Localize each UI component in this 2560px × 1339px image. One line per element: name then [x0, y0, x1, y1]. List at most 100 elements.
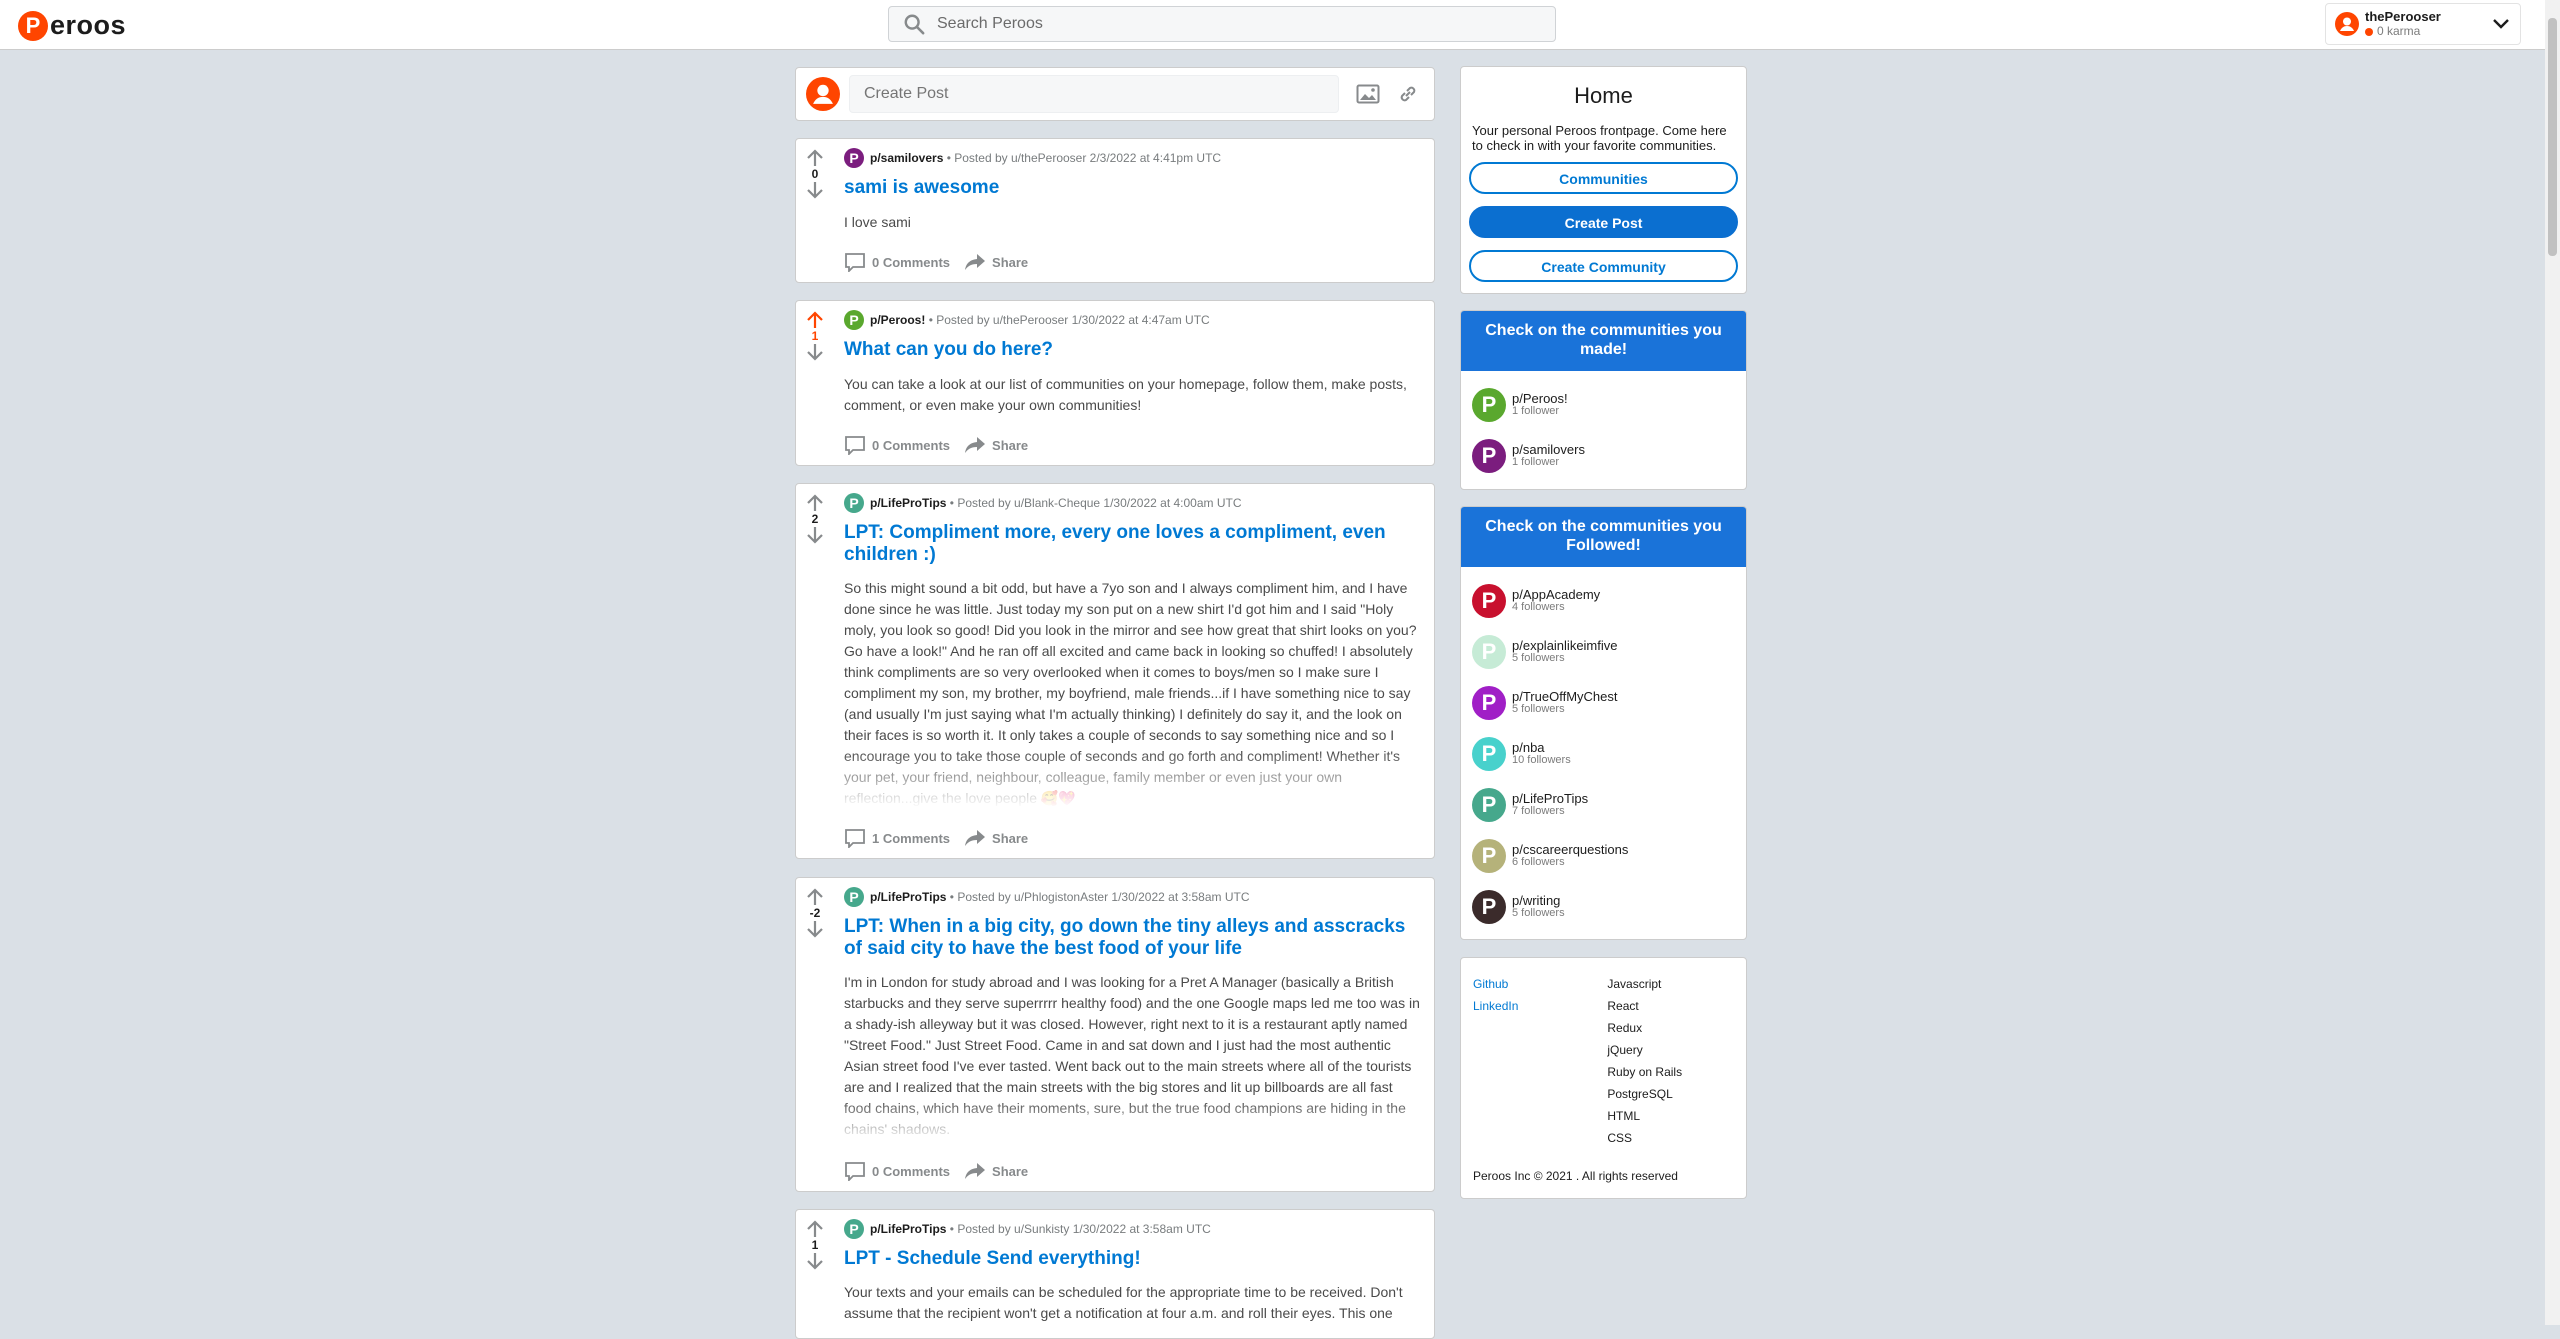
communities-button[interactable]: Communities	[1469, 162, 1738, 194]
post-title[interactable]: LPT: When in a big city, go down the tin…	[844, 916, 1422, 960]
community-item[interactable]: Pp/writing 5 followers	[1472, 881, 1746, 932]
community-icon: P	[844, 1219, 864, 1239]
post-byline: • Posted by u/thePerooser 2/3/2022 at 4:…	[946, 151, 1222, 165]
post-card[interactable]: 1 P p/LifeProTips • Posted by u/Sunkisty…	[795, 1209, 1435, 1339]
upvote-arrow-icon[interactable]	[805, 888, 825, 906]
community-icon: P	[844, 310, 864, 330]
home-description: Your personal Peroos frontpage. Come her…	[1472, 123, 1727, 153]
scrollbar[interactable]	[2545, 0, 2560, 1325]
comments-button[interactable]: 0 Comments	[844, 252, 950, 272]
community-icon: P	[1472, 583, 1506, 618]
username: thePerooser	[2365, 9, 2441, 24]
post-text: You can take a look at our list of commu…	[844, 376, 1407, 413]
post-text: I'm in London for study abroad and I was…	[844, 974, 1420, 1137]
community-item[interactable]: Pp/cscareerquestions 6 followers	[1472, 830, 1746, 881]
post-meta: P p/LifeProTips • Posted by u/Phlogiston…	[844, 887, 1250, 907]
comments-button[interactable]: 0 Comments	[844, 1161, 950, 1181]
upvote-arrow-icon[interactable]	[805, 311, 825, 329]
community-name[interactable]: p/AppAcademy	[1512, 588, 1600, 601]
downvote-arrow-icon[interactable]	[805, 526, 825, 544]
community-icon: P	[844, 493, 864, 513]
search-input[interactable]	[935, 14, 1539, 34]
tech-item: Redux	[1607, 1021, 1643, 1035]
share-button[interactable]: Share	[964, 1162, 1028, 1180]
community-link[interactable]: p/samilovers	[870, 151, 943, 165]
post-actions: 1 Comments Share	[844, 828, 1042, 848]
downvote-arrow-icon[interactable]	[805, 920, 825, 938]
community-name[interactable]: p/LifeProTips	[1512, 792, 1588, 805]
community-name[interactable]: p/TrueOffMyChest	[1512, 690, 1617, 703]
downvote-arrow-icon[interactable]	[805, 181, 825, 199]
post-title[interactable]: LPT: Compliment more, every one loves a …	[844, 522, 1422, 566]
share-button[interactable]: Share	[964, 436, 1028, 454]
community-item[interactable]: P p/samilovers 1 follower	[1472, 430, 1746, 481]
share-button[interactable]: Share	[964, 829, 1028, 847]
community-icon: P	[1472, 387, 1506, 422]
link-button[interactable]	[1393, 79, 1423, 109]
community-followers: 4 followers	[1512, 600, 1565, 613]
github-link[interactable]: Github	[1473, 973, 1518, 995]
community-name[interactable]: p/Peroos!	[1512, 392, 1568, 405]
linkedin-link[interactable]: LinkedIn	[1473, 995, 1518, 1017]
post-actions: 0 Comments Share	[844, 1161, 1042, 1181]
comments-button[interactable]: 1 Comments	[844, 828, 950, 848]
link-icon	[1400, 86, 1416, 102]
user-dropdown[interactable]: thePerooser 0 karma	[2325, 3, 2521, 45]
share-button[interactable]: Share	[964, 253, 1028, 271]
comment-icon	[845, 253, 865, 272]
post-card[interactable]: 1 P p/Peroos! • Posted by u/thePerooser …	[795, 300, 1435, 466]
post-title[interactable]: LPT - Schedule Send everything!	[844, 1248, 1141, 1270]
community-name[interactable]: p/explainlikeimfive	[1512, 639, 1618, 652]
post-card[interactable]: -2 P p/LifeProTips • Posted by u/Phlogis…	[795, 877, 1435, 1192]
post-title[interactable]: sami is awesome	[844, 177, 999, 199]
upvote-arrow-icon[interactable]	[805, 149, 825, 167]
create-community-button[interactable]: Create Community	[1469, 250, 1738, 282]
community-name[interactable]: p/writing	[1512, 894, 1565, 907]
made-communities-heading: Check on the communities you made!	[1461, 311, 1746, 371]
community-item[interactable]: Pp/LifeProTips 7 followers	[1472, 779, 1746, 830]
community-item[interactable]: Pp/nba 10 followers	[1472, 728, 1746, 779]
downvote-arrow-icon[interactable]	[805, 1252, 825, 1270]
create-post-input[interactable]	[849, 75, 1339, 113]
post-card[interactable]: 0 P p/samilovers • Posted by u/thePeroos…	[795, 138, 1435, 283]
followed-communities-card: Check on the communities you Followed! P…	[1460, 506, 1747, 940]
community-link[interactable]: p/LifeProTips	[870, 1222, 946, 1236]
user-avatar-icon	[2335, 12, 2359, 36]
community-name[interactable]: p/nba	[1512, 741, 1571, 754]
image-upload-button[interactable]	[1353, 79, 1383, 109]
tech-item: React	[1607, 999, 1639, 1013]
downvote-arrow-icon[interactable]	[805, 343, 825, 361]
community-icon: P	[1472, 838, 1506, 873]
community-link[interactable]: p/LifeProTips	[870, 496, 946, 510]
community-name[interactable]: p/samilovers	[1512, 443, 1585, 456]
community-icon: P	[1472, 736, 1506, 771]
vote-column: 0	[804, 149, 826, 199]
community-link[interactable]: p/LifeProTips	[870, 890, 946, 904]
footer-card: Github LinkedIn Javascript React Redux j…	[1460, 957, 1747, 1199]
comment-icon	[845, 1162, 865, 1181]
tech-item: HTML	[1607, 1109, 1641, 1123]
share-icon	[965, 437, 986, 453]
search-bar[interactable]	[888, 6, 1556, 42]
search-icon	[904, 14, 925, 35]
logo[interactable]: P eroos	[18, 10, 126, 41]
upvote-arrow-icon[interactable]	[805, 1220, 825, 1238]
scrollbar-thumb[interactable]	[2548, 18, 2557, 256]
vote-column: 1	[804, 1220, 826, 1270]
create-post-button[interactable]: Create Post	[1469, 206, 1738, 238]
post-title[interactable]: What can you do here?	[844, 339, 1053, 361]
community-item[interactable]: Pp/explainlikeimfive 5 followers	[1472, 626, 1746, 677]
tech-item: PostgreSQL	[1607, 1087, 1673, 1101]
post-byline: • Posted by u/PhlogistonAster 1/30/2022 …	[949, 890, 1250, 904]
tech-list: Javascript React Redux jQuery Ruby on Ra…	[1607, 973, 1682, 1149]
community-name[interactable]: p/cscareerquestions	[1512, 843, 1628, 856]
community-followers: 5 followers	[1512, 702, 1565, 715]
community-followers: 1 follower	[1512, 455, 1560, 468]
post-card[interactable]: 2 P p/LifeProTips • Posted by u/Blank-Ch…	[795, 483, 1435, 859]
upvote-arrow-icon[interactable]	[805, 494, 825, 512]
community-item[interactable]: Pp/AppAcademy 4 followers	[1472, 575, 1746, 626]
comments-button[interactable]: 0 Comments	[844, 435, 950, 455]
community-item[interactable]: P p/Peroos! 1 follower	[1472, 379, 1746, 430]
community-link[interactable]: p/Peroos!	[870, 313, 925, 327]
community-item[interactable]: Pp/TrueOffMyChest 5 followers	[1472, 677, 1746, 728]
